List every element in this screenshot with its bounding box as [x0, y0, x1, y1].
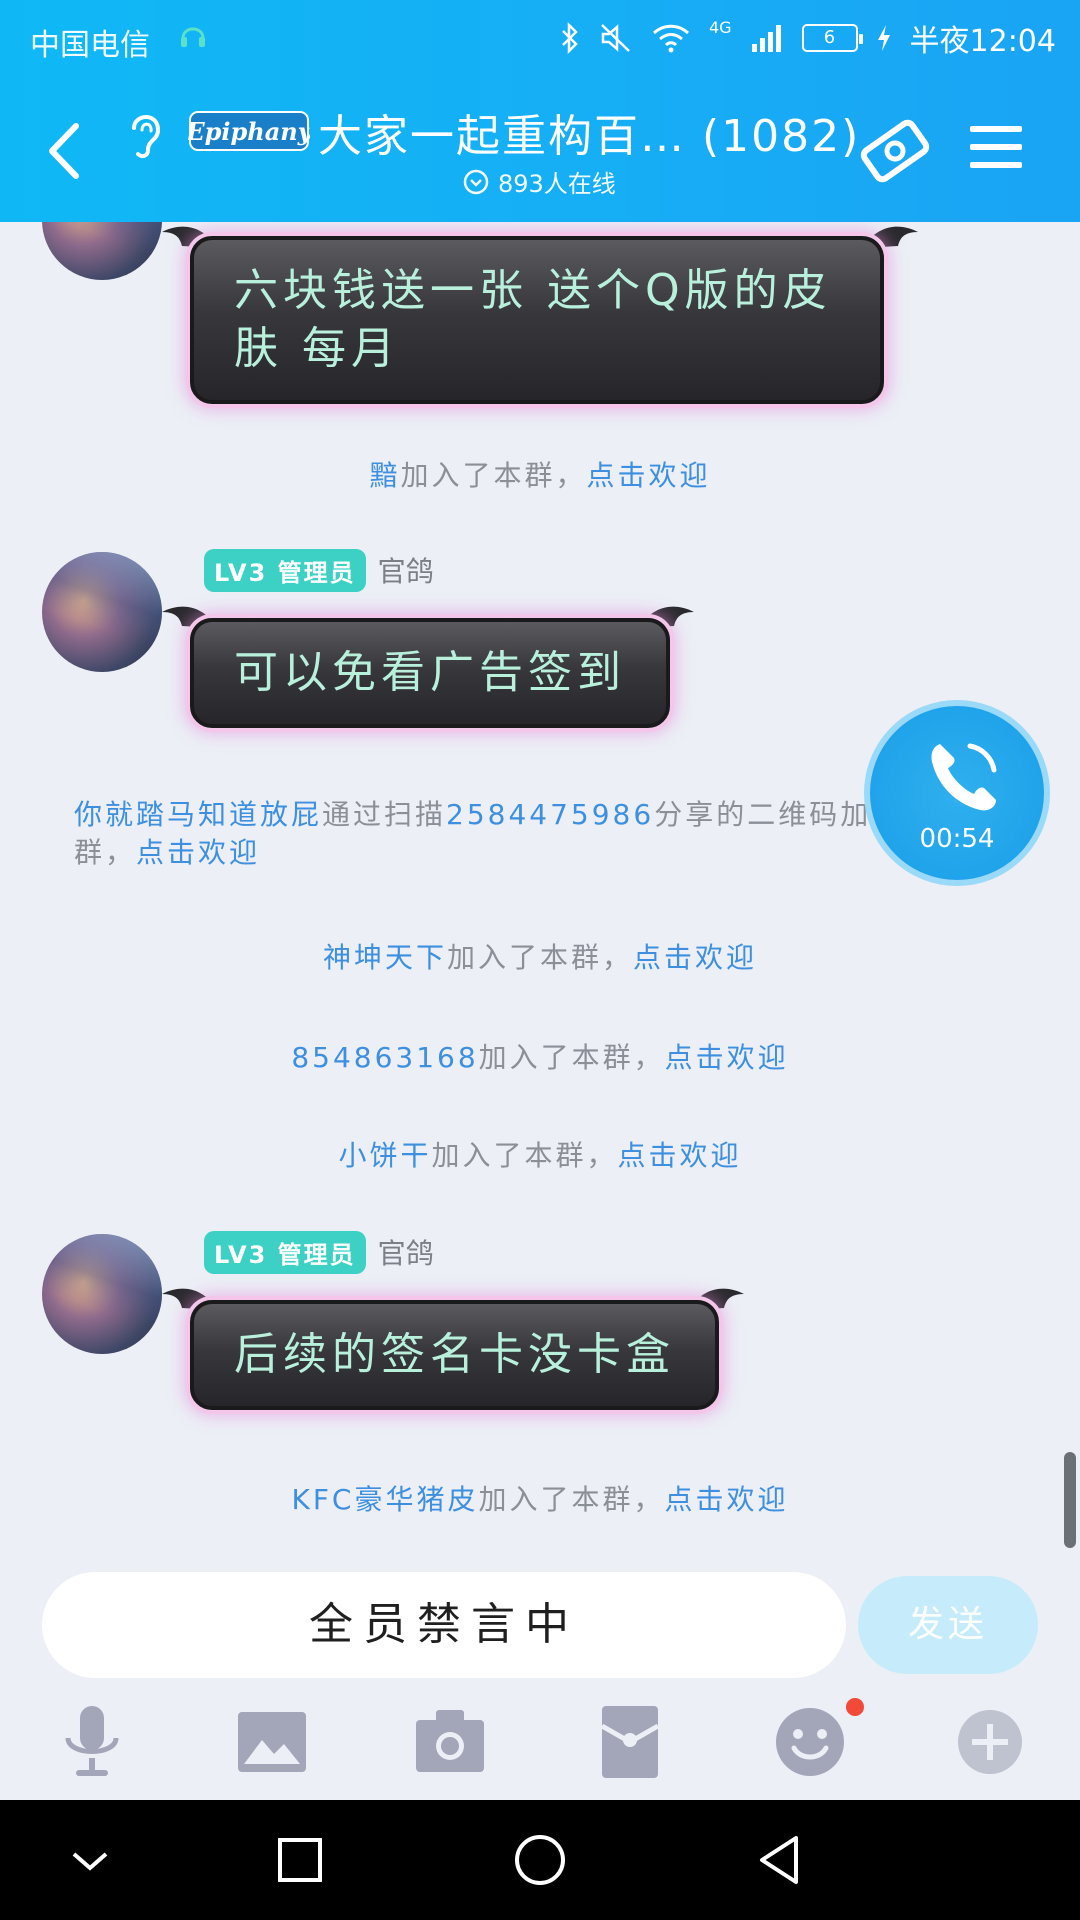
message-text-line: 六块钱送一张 送个Q版的皮 [234, 265, 832, 316]
system-nav-bar [0, 1800, 1080, 1920]
notice-text: 加入了本群， [446, 941, 633, 974]
message-text-line: 肤 每月 [234, 323, 400, 374]
voice-call-float[interactable]: 00:54 [864, 700, 1050, 886]
headset-icon [181, 27, 205, 47]
ticket-icon[interactable] [858, 116, 932, 186]
plus-icon[interactable] [950, 1702, 1030, 1782]
role-badge: LV3 管理员 [204, 548, 366, 592]
notice-text: 加入了本群， [478, 1483, 665, 1516]
camera-icon[interactable] [410, 1702, 490, 1782]
welcome-link[interactable]: 点击欢迎 [633, 941, 757, 974]
online-count-label: 893人在线 [498, 170, 616, 198]
wifi-icon [652, 24, 689, 53]
sender-row: LV3 管理员 官鸽 [204, 548, 434, 592]
notification-dot [846, 1698, 864, 1716]
online-count[interactable]: 893人在线 [462, 164, 616, 199]
svg-text:Epiphany: Epiphany [188, 117, 310, 146]
notice-text: 加入了本群， [431, 1139, 618, 1172]
message-bubble[interactable]: 可以免看广告签到 [190, 618, 670, 728]
bluetooth-icon [562, 22, 578, 54]
avatar[interactable] [42, 552, 162, 672]
emoji-icon[interactable] [770, 1702, 850, 1782]
chat-title[interactable]: 大家一起重构百… (1082) [318, 100, 860, 164]
notice-text: 加入了本群， [478, 1041, 665, 1074]
menu-icon[interactable] [970, 122, 1022, 172]
welcome-link[interactable]: 点击欢迎 [665, 1483, 789, 1516]
member-name-link[interactable]: 黯 [369, 459, 400, 492]
battery-icon: 6 [801, 24, 863, 52]
carrier-label: 中国电信 [30, 28, 150, 63]
sender-name[interactable]: 官鸽 [378, 550, 434, 590]
role-badge: LV3 管理员 [204, 1230, 366, 1274]
toolbar [0, 1702, 1080, 1788]
phone-icon [931, 743, 997, 811]
message-list[interactable]: 六块钱送一张 送个Q版的皮 肤 每月 黯加入了本群，点击欢迎 LV3 管理员 官… [0, 222, 1080, 1572]
input-area: 全员禁言中 发送 [0, 1572, 1080, 1800]
system-notice: 神坤天下加入了本群，点击欢迎 [0, 936, 1080, 976]
member-name-link[interactable]: 神坤天下 [323, 941, 447, 974]
nav-bar: Epiphany 大家一起重构百… (1082) 893人在线 [0, 76, 1080, 222]
earpiece-mode-icon[interactable] [124, 104, 168, 162]
welcome-link[interactable]: 点击欢迎 [665, 1041, 789, 1074]
charging-icon [877, 25, 890, 51]
back-arrow-icon[interactable] [40, 116, 90, 186]
red-packet-icon[interactable] [590, 1702, 670, 1782]
member-name-link[interactable]: 你就踏马知道放屁 [74, 798, 322, 831]
signal-icon [751, 25, 781, 52]
message-bubble[interactable]: 六块钱送一张 送个Q版的皮 肤 每月 [190, 236, 884, 404]
image-icon[interactable] [232, 1702, 312, 1782]
back-icon[interactable] [750, 1830, 810, 1890]
inviter-link[interactable]: 2584475986 [446, 798, 654, 831]
mute-icon [601, 24, 630, 52]
header: 中国电信 4G 6 半夜12:04 Epiphany 大家一起重构百… (108… [0, 0, 1080, 222]
system-notice: 小饼干加入了本群，点击欢迎 [0, 1134, 1080, 1174]
message-text-line: 后续的签名卡没卡盒 [234, 1329, 675, 1380]
notice-text: 通过扫描 [322, 798, 447, 831]
system-notice: 你就踏马知道放屁通过扫描2584475986分享的二维码加入了本群，点击欢迎 [74, 796, 994, 872]
welcome-link[interactable]: 点击欢迎 [587, 459, 711, 492]
network-label: 4G [708, 18, 732, 37]
home-icon[interactable] [510, 1830, 570, 1890]
system-notice: 854863168加入了本群，点击欢迎 [0, 1036, 1080, 1076]
hide-keyboard-icon[interactable] [60, 1830, 120, 1890]
system-notice: KFC豪华猪皮加入了本群，点击欢迎 [0, 1478, 1080, 1518]
member-name-link[interactable]: KFC豪华猪皮 [291, 1483, 478, 1516]
recents-icon[interactable] [270, 1830, 330, 1890]
sender-row: LV3 管理员 官鸽 [204, 1230, 434, 1274]
message-bubble[interactable]: 后续的签名卡没卡盒 [190, 1300, 719, 1410]
scrollbar[interactable] [1064, 1452, 1076, 1548]
sender-name[interactable]: 官鸽 [378, 1232, 434, 1272]
call-duration: 00:54 [919, 824, 995, 854]
welcome-link[interactable]: 点击欢迎 [136, 836, 260, 869]
status-icons: 4G 6 半夜12:04 [559, 18, 1056, 59]
notice-text: 加入了本群， [400, 459, 587, 492]
group-logo: Epiphany [188, 111, 310, 151]
welcome-link[interactable]: 点击欢迎 [618, 1139, 742, 1172]
chevron-down-circle-icon [463, 169, 489, 194]
status-bar: 中国电信 4G 6 半夜12:04 [0, 0, 1080, 76]
member-name-link[interactable]: 854863168 [291, 1041, 478, 1074]
message-input[interactable]: 全员禁言中 [42, 1572, 846, 1678]
avatar[interactable] [42, 1234, 162, 1354]
send-button[interactable]: 发送 [858, 1576, 1038, 1674]
clock: 半夜12:04 [909, 24, 1056, 59]
system-notice: 黯加入了本群，点击欢迎 [0, 454, 1080, 494]
message-text-line: 可以免看广告签到 [234, 647, 626, 698]
member-name-link[interactable]: 小饼干 [338, 1139, 431, 1172]
microphone-icon[interactable] [52, 1702, 132, 1782]
avatar[interactable] [42, 222, 162, 280]
